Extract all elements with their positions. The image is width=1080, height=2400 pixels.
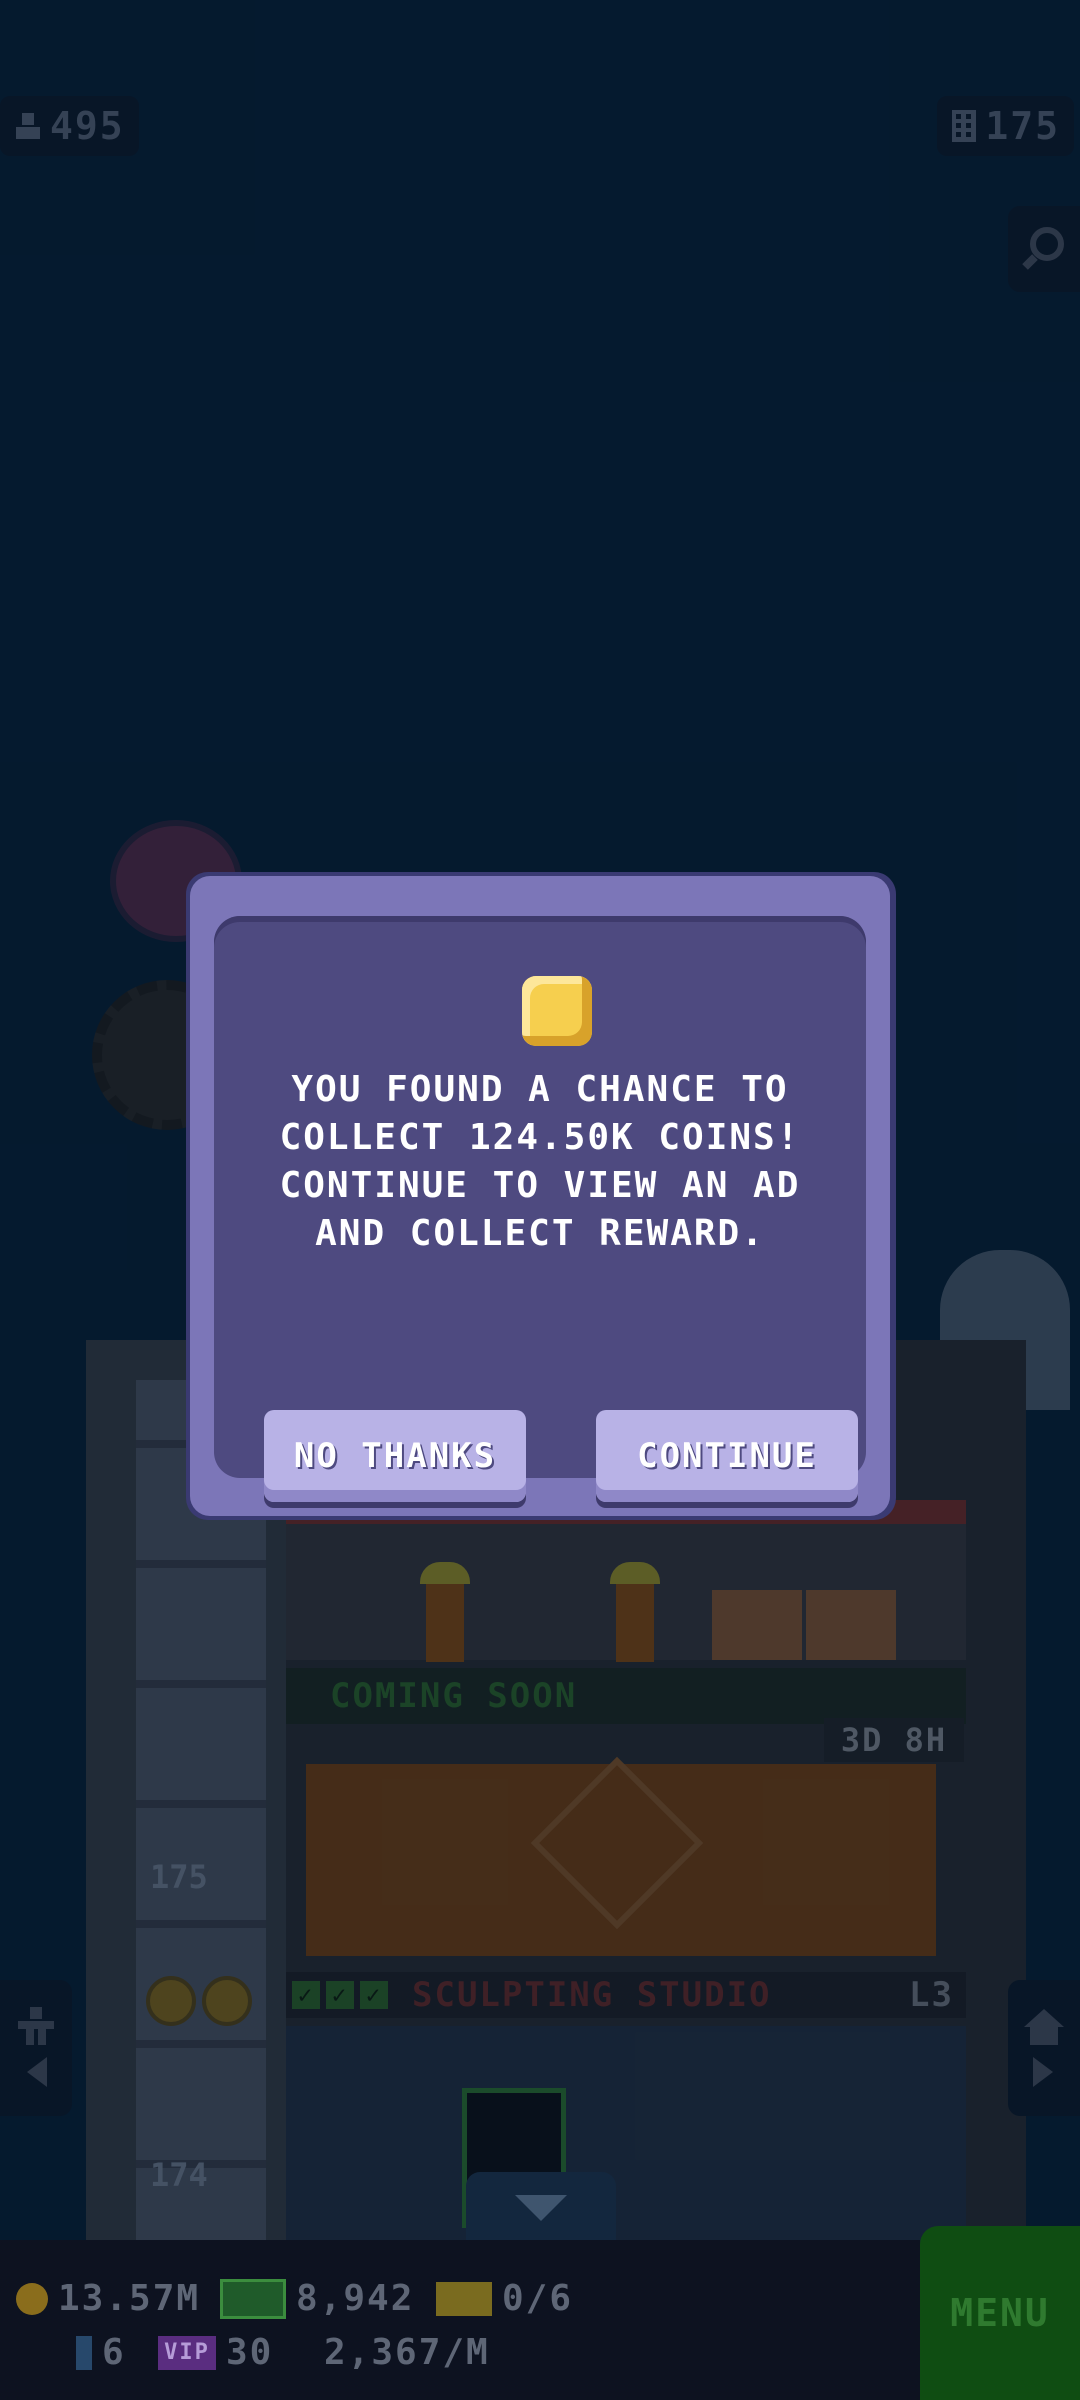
studio-bar[interactable]: ✓ ✓ ✓ SCULPTING STUDIO L3	[286, 1972, 966, 2018]
shaft-rung	[136, 1920, 266, 1928]
star-icon	[202, 1976, 252, 2026]
bux-stat[interactable]: 8,942	[220, 2278, 414, 2319]
floor-number-174: 174	[150, 2156, 208, 2194]
vip-icon: VIP	[158, 2335, 216, 2370]
crate	[712, 1590, 802, 1660]
bitizen-icon	[76, 2335, 92, 2370]
zoom-button[interactable]	[1008, 206, 1080, 292]
building-icon	[952, 110, 977, 142]
coming-soon-label: COMING SOON	[330, 1676, 578, 1716]
vip-stat[interactable]: VIP 30	[158, 2332, 273, 2373]
check-icon: ✓	[326, 1981, 354, 2009]
studio-name: SCULPTING STUDIO	[412, 1975, 772, 2015]
shaft-rung	[136, 1560, 266, 1568]
arrow-right-icon	[1033, 2057, 1053, 2087]
bottom-status-bar: 13.57M 8,942 0/6 6 VIP 30 2,367/M	[0, 2240, 920, 2400]
studio-room[interactable]	[286, 2026, 966, 2256]
reward-dialog: YOU FOUND A CHANCE TO COLLECT 124.50K CO…	[190, 876, 890, 1516]
income-rate: 2,367/M	[324, 2332, 490, 2373]
studio-level: L3	[909, 1975, 954, 2015]
coins-value: 13.57M	[58, 2278, 201, 2319]
star-icon	[146, 1976, 196, 2026]
coming-soon-bar: COMING SOON	[286, 1668, 966, 1724]
scroll-down-button[interactable]	[466, 2172, 616, 2244]
no-thanks-label: NO THANKS	[293, 1436, 497, 1476]
shaft-rung	[136, 1680, 266, 1688]
continue-label: CONTINUE	[637, 1436, 817, 1476]
coins-stat[interactable]: 13.57M	[16, 2278, 200, 2319]
floor-number-175: 175	[150, 1858, 208, 1896]
bitizen-icon	[18, 2007, 54, 2045]
worker	[610, 1562, 660, 1662]
check-icon: ✓	[360, 1981, 388, 2009]
floor-value: 175	[985, 104, 1060, 148]
check-icon: ✓	[292, 1981, 320, 2009]
shaft-rung	[136, 2040, 266, 2048]
menu-label: MENU	[950, 2291, 1050, 2335]
dialog-message: YOU FOUND A CHANCE TO COLLECT 124.50K CO…	[279, 1069, 801, 1254]
ticket-icon	[436, 2281, 492, 2316]
coin-icon	[16, 2282, 48, 2315]
bitizens-stat[interactable]: 6	[76, 2332, 126, 2373]
tickets-value: 0/6	[502, 2278, 574, 2319]
worker	[420, 1562, 470, 1662]
vip-value: 30	[226, 2332, 274, 2373]
nav-right-button[interactable]	[1008, 1980, 1080, 2116]
crate	[806, 1590, 896, 1660]
population-value: 495	[50, 104, 125, 148]
home-icon	[1024, 2009, 1064, 2045]
tickets-stat[interactable]: 0/6	[436, 2278, 573, 2319]
no-thanks-button[interactable]: NO THANKS	[264, 1410, 526, 1502]
population-counter: 495	[0, 96, 139, 156]
bux-icon	[220, 2278, 286, 2319]
coin-icon	[522, 976, 592, 1046]
chevron-down-icon	[515, 2195, 567, 2221]
income-rate-value: 2,367/M	[324, 2332, 490, 2373]
bux-value: 8,942	[296, 2278, 415, 2319]
floor-stars	[146, 1976, 252, 2026]
arrow-left-icon	[27, 2057, 47, 2087]
bitizens-value: 6	[102, 2332, 126, 2373]
continue-button[interactable]: CONTINUE	[596, 1410, 858, 1502]
magnifier-icon	[1022, 227, 1064, 270]
nav-left-button[interactable]	[0, 1980, 72, 2116]
dialog-panel: YOU FOUND A CHANCE TO COLLECT 124.50K CO…	[214, 916, 866, 1502]
floor-counter: 175	[937, 96, 1074, 156]
construction-timer: 3D 8H	[824, 1718, 964, 1762]
shaft-rung	[136, 1800, 266, 1808]
menu-button[interactable]: MENU	[920, 2226, 1080, 2400]
person-icon	[16, 113, 40, 139]
